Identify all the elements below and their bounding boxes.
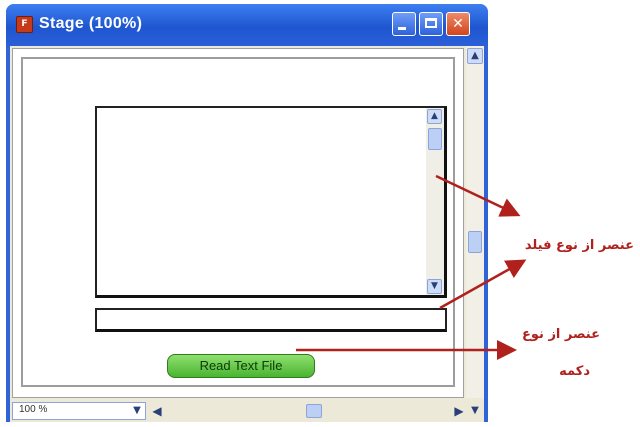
arrow-to-textfield (439, 259, 527, 310)
annotation-textfield: عنصر از نوع فیلد (524, 238, 634, 253)
annotation-button-line1: عنصر از نوع (522, 327, 600, 342)
arrow-to-textarea (435, 174, 521, 217)
annotation-button-line2: دکمه (559, 364, 590, 379)
annotation-arrows (296, 174, 527, 360)
